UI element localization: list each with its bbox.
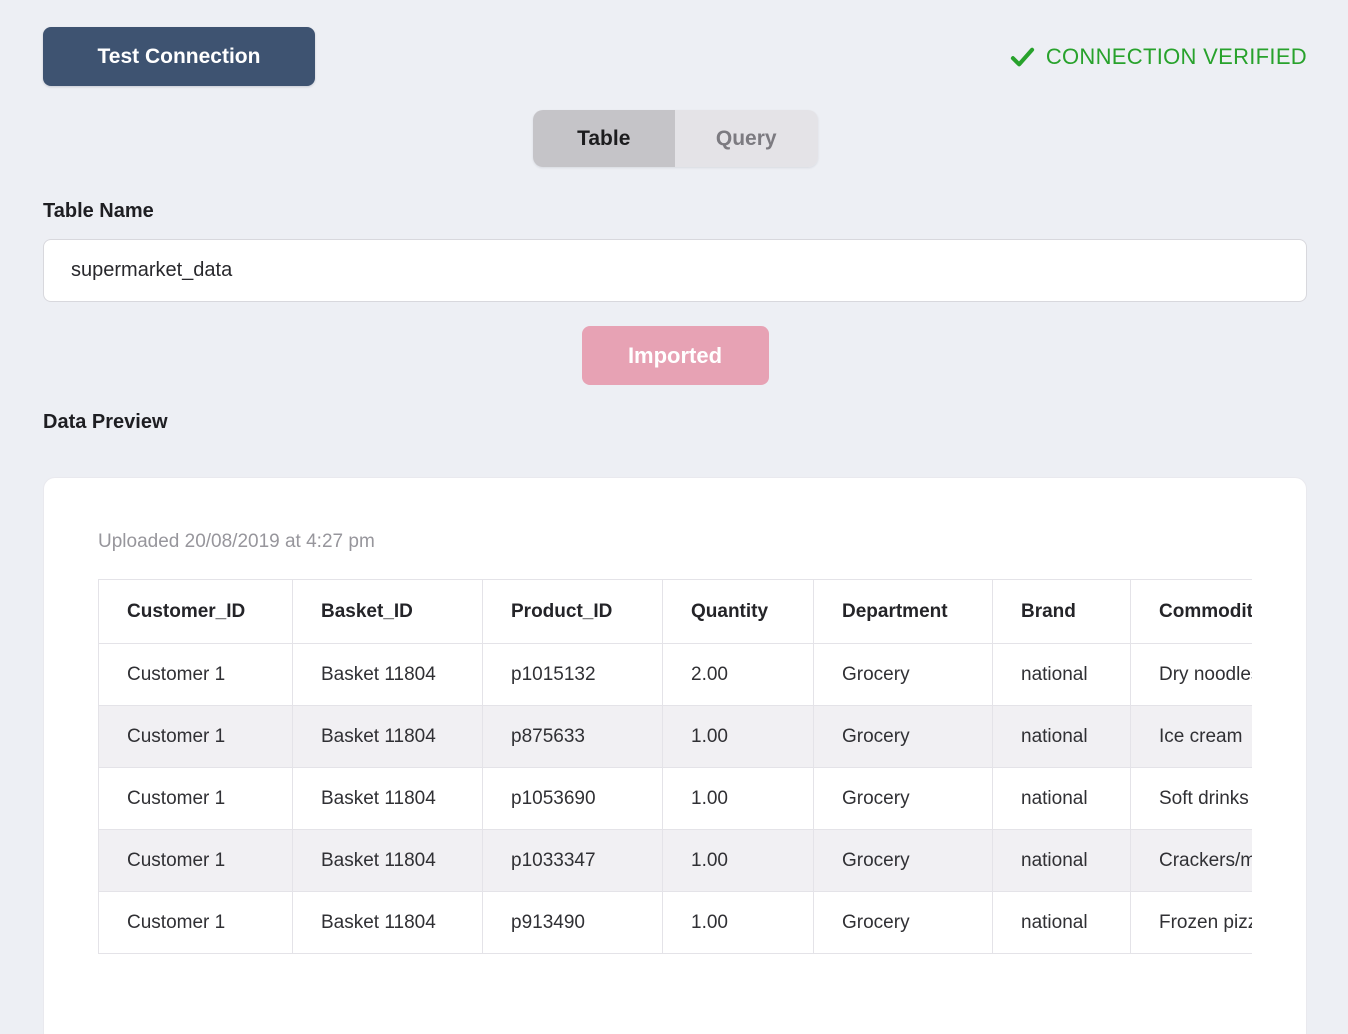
table-cell: 1.00 (662, 767, 814, 830)
table-cell: Basket 11804 (292, 705, 483, 768)
table-row: Customer 1 Basket 11804 p913490 1.00 Grocery… (98, 891, 1252, 954)
column-header: Department (813, 579, 993, 644)
table-cell: Basket 11804 (292, 829, 483, 892)
table-name-label: Table Name (43, 200, 154, 222)
table-cell: p1015132 (482, 643, 663, 706)
table-cell: national (992, 643, 1131, 706)
column-header: Product_ID (482, 579, 663, 644)
test-connection-button[interactable]: Test Connection (43, 27, 315, 86)
table-row: Customer 1 Basket 11804 p875633 1.00 Grocery… (98, 705, 1252, 768)
imported-button[interactable]: Imported (581, 326, 769, 385)
imported-row: Imported (43, 326, 1307, 385)
table-cell: p913490 (482, 891, 663, 954)
table-cell: 2.00 (662, 643, 814, 706)
data-preview-label: Data Preview (43, 411, 168, 433)
table-cell: Dry noodles (1130, 643, 1252, 706)
table-cell: p875633 (482, 705, 663, 768)
table-cell: national (992, 891, 1131, 954)
check-icon (1009, 43, 1036, 70)
source-type-tabs: Table Query (532, 110, 818, 167)
table-cell: Customer 1 (98, 767, 293, 830)
table-row: Customer 1 Basket 11804 p1053690 1.00 Grocer… (98, 767, 1252, 830)
column-header: Basket_ID (292, 579, 483, 644)
top-bar: Test Connection CONNECTION VERIFIED (43, 27, 1307, 86)
table-cell: national (992, 829, 1131, 892)
table-cell: Basket 11804 (292, 891, 483, 954)
table-cell: Ice cream (1130, 705, 1252, 768)
column-header: Commodity (1130, 579, 1252, 644)
column-header: Quantity (662, 579, 814, 644)
table-cell: national (992, 705, 1131, 768)
connection-status-label: CONNECTION VERIFIED (1045, 43, 1307, 69)
uploaded-timestamp: Uploaded 20/08/2019 at 4:27 pm (98, 531, 375, 552)
table-cell: Soft drinks (1130, 767, 1252, 830)
table-cell: Basket 11804 (292, 643, 483, 706)
table-cell: Customer 1 (98, 705, 293, 768)
table-cell: Customer 1 (98, 891, 293, 954)
table-cell: Customer 1 (98, 643, 293, 706)
table-cell: p1033347 (482, 829, 663, 892)
table-cell: Grocery (813, 767, 993, 830)
table-cell: p1053690 (482, 767, 663, 830)
table-cell: Basket 11804 (292, 767, 483, 830)
table-name-input[interactable] (43, 239, 1307, 302)
table-cell: Grocery (813, 891, 993, 954)
tabs-row: Table Query (43, 110, 1307, 167)
table-cell: 1.00 (662, 829, 814, 892)
preview-table: Customer_ID Basket_ID Product_ID Quantity De… (98, 579, 1252, 954)
table-cell: Grocery (813, 643, 993, 706)
tab-table[interactable]: Table (532, 110, 675, 167)
table-cell: Grocery (813, 705, 993, 768)
table-cell: national (992, 767, 1131, 830)
table-cell: 1.00 (662, 705, 814, 768)
table-cell: Frozen pizza (1130, 891, 1252, 954)
table-cell: 1.00 (662, 891, 814, 954)
table-cell: Crackers/misc (1130, 829, 1252, 892)
table-row: Customer 1 Basket 11804 p1015132 2.00 Grocer… (98, 643, 1252, 706)
table-cell: Customer 1 (98, 829, 293, 892)
tab-query[interactable]: Query (675, 110, 818, 167)
connection-status: CONNECTION VERIFIED (1009, 43, 1307, 70)
header-row: Customer_ID Basket_ID Product_ID Quantity De… (98, 579, 1252, 644)
preview-table-container: Customer_ID Basket_ID Product_ID Quantity De… (98, 579, 1252, 954)
column-header: Brand (992, 579, 1131, 644)
page: Test Connection CONNECTION VERIFIED Tabl… (0, 0, 1348, 1034)
table-row: Customer 1 Basket 11804 p1033347 1.00 Grocer… (98, 829, 1252, 892)
data-preview-card: Uploaded 20/08/2019 at 4:27 pm Customer_… (43, 477, 1307, 1034)
column-header: Customer_ID (98, 579, 293, 644)
table-cell: Grocery (813, 829, 993, 892)
